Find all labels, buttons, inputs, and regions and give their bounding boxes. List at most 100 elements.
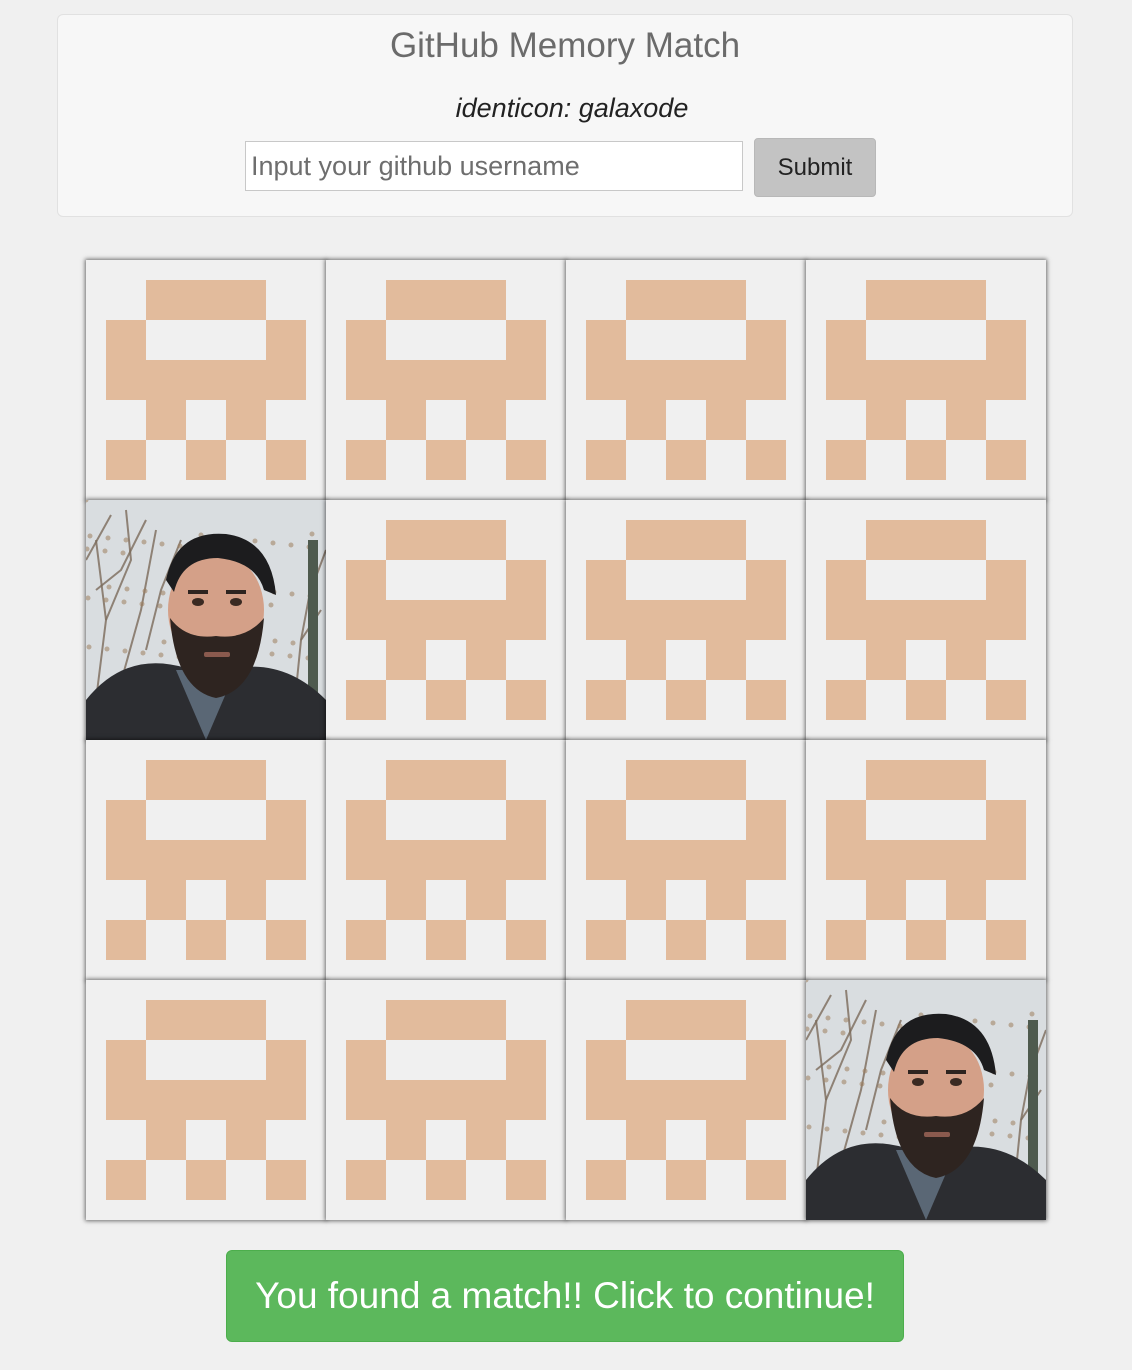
identicon-block [746, 1080, 786, 1120]
identicon-block [586, 800, 626, 840]
identicon-block [346, 1080, 386, 1120]
memory-card[interactable] [326, 980, 566, 1220]
identicon-block [746, 440, 786, 480]
identicon-block [626, 360, 666, 400]
memory-card[interactable] [326, 260, 566, 500]
memory-card[interactable] [806, 740, 1046, 980]
identicon-block [586, 360, 626, 400]
identicon-block [986, 920, 1026, 960]
github-username-input[interactable] [245, 141, 743, 191]
identicon-block [706, 840, 746, 880]
identicon-block [226, 1080, 266, 1120]
identicon-block [706, 520, 746, 560]
memory-card[interactable] [566, 260, 806, 500]
identicon-block [266, 1040, 306, 1080]
identicon-block [986, 800, 1026, 840]
identicon-block [906, 680, 946, 720]
identicon-block [266, 320, 306, 360]
identicon-block [986, 320, 1026, 360]
memory-card[interactable] [566, 980, 806, 1220]
identicon-block [666, 840, 706, 880]
identicon-block [586, 1040, 626, 1080]
identicon-block [266, 360, 306, 400]
identicon-block [746, 840, 786, 880]
identicon-block [946, 280, 986, 320]
identicon-block [866, 640, 906, 680]
identicon-block [506, 600, 546, 640]
identicon-block [146, 1000, 186, 1040]
memory-card[interactable] [806, 260, 1046, 500]
identicon-block [226, 880, 266, 920]
identicon-block [626, 400, 666, 440]
identicon-block [426, 600, 466, 640]
memory-card[interactable] [86, 980, 326, 1220]
identicon-block [386, 360, 426, 400]
identicon-block [266, 1080, 306, 1120]
identicon-block [626, 760, 666, 800]
identicon-block [706, 640, 746, 680]
identicon-block [826, 840, 866, 880]
identicon-block [946, 760, 986, 800]
identicon-block [426, 360, 466, 400]
identicon-block [986, 440, 1026, 480]
identicon-block [826, 440, 866, 480]
identicon-block [146, 400, 186, 440]
continue-button[interactable]: You found a match!! Click to continue! [226, 1250, 904, 1342]
identicon-block [946, 880, 986, 920]
identicon-block [866, 880, 906, 920]
identicon-block [426, 920, 466, 960]
identicon-block [146, 360, 186, 400]
identicon-block [666, 600, 706, 640]
identicon-block [186, 760, 226, 800]
identicon-block [346, 1160, 386, 1200]
identicon-icon [586, 760, 786, 960]
identicon-block [986, 360, 1026, 400]
identicon-block [906, 920, 946, 960]
identicon-block [946, 360, 986, 400]
identicon-block [826, 560, 866, 600]
identicon-block [146, 1120, 186, 1160]
memory-card[interactable] [566, 740, 806, 980]
memory-card[interactable] [326, 740, 566, 980]
identicon-block [226, 1120, 266, 1160]
identicon-block [106, 920, 146, 960]
identicon-block [826, 920, 866, 960]
submit-button[interactable]: Submit [754, 138, 876, 197]
identicon-block [266, 800, 306, 840]
identicon-block [386, 760, 426, 800]
identicon-block [346, 800, 386, 840]
identicon-block [106, 320, 146, 360]
memory-card[interactable] [326, 500, 566, 740]
identicon-block [666, 920, 706, 960]
identicon-block [506, 800, 546, 840]
identicon-block [346, 920, 386, 960]
identicon-block [866, 520, 906, 560]
memory-card[interactable] [806, 980, 1046, 1220]
identicon-block [226, 360, 266, 400]
memory-card[interactable] [86, 260, 326, 500]
identicon-block [746, 1040, 786, 1080]
identicon-block [586, 680, 626, 720]
identicon-icon [106, 1000, 306, 1200]
identicon-block [586, 1080, 626, 1120]
identicon-block [506, 1080, 546, 1120]
header-panel: GitHub Memory Match identicon: galaxode … [57, 14, 1073, 217]
identicon-block [866, 600, 906, 640]
identicon-block [666, 280, 706, 320]
identicon-block [746, 360, 786, 400]
identicon-block [906, 600, 946, 640]
identicon-block [946, 520, 986, 560]
identicon-block [506, 360, 546, 400]
identicon-block [386, 520, 426, 560]
identicon-block [386, 840, 426, 880]
identicon-block [106, 1160, 146, 1200]
identicon-block [466, 1120, 506, 1160]
memory-card[interactable] [86, 740, 326, 980]
memory-card[interactable] [566, 500, 806, 740]
memory-card[interactable] [806, 500, 1046, 740]
identicon-block [346, 440, 386, 480]
memory-card[interactable] [86, 500, 326, 740]
identicon-block [946, 600, 986, 640]
identicon-block [346, 600, 386, 640]
identicon-block [946, 840, 986, 880]
